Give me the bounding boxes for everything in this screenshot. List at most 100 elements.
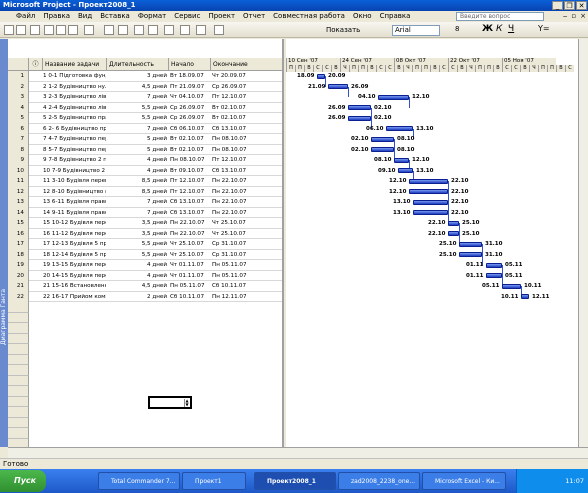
start-button[interactable]: Пуск [0, 470, 46, 492]
menu-item-3[interactable]: Вставка [96, 11, 134, 22]
task-duration-cell[interactable]: 3 дней [107, 71, 167, 81]
task-duration-cell[interactable]: 3,5 дней [107, 218, 167, 228]
task-finish-cell[interactable]: Сб 10.11.07 [212, 281, 250, 291]
toolbar-icon-5[interactable] [68, 25, 78, 35]
table-row[interactable]: 18 18 12-14 Будівля 5 прост5,5 днейЧт 25.… [8, 249, 282, 260]
task-start-cell[interactable]: Пт 21.09.07 [170, 82, 208, 92]
task-duration-cell[interactable]: 5,5 дней [107, 103, 167, 113]
task-duration-cell[interactable]: 8,5 дней [107, 187, 167, 197]
task-name-cell[interactable]: 17 12-13 Будівля 5 прост [43, 239, 106, 249]
table-row[interactable]: 1 1 0-1 Підготовка фундамен3 днейВт 18.09… [8, 71, 282, 82]
task-duration-cell[interactable]: 4 дней [107, 260, 167, 270]
task-name-cell[interactable]: 19 13-15 Будівля перекрит [43, 260, 106, 270]
gantt-bar[interactable] [386, 126, 413, 131]
taskbar-item-total-commander[interactable]: Total Commander 7... [98, 472, 180, 490]
table-row[interactable]: 19 19 13-15 Будівля перекрит4 днейЧт 01.1… [8, 260, 282, 271]
task-start-cell[interactable]: Чт 25.10.07 [170, 250, 208, 260]
menu-item-5[interactable]: Сервис [170, 11, 204, 22]
toolbar-icon-2[interactable] [30, 25, 40, 35]
task-name-cell[interactable]: 20 14-15 Будівля перекрит [43, 271, 106, 281]
task-start-cell[interactable]: Чт 01.11.07 [170, 271, 208, 281]
font-select[interactable]: Arial [392, 25, 440, 36]
gantt-bar[interactable] [459, 241, 482, 247]
bold-button[interactable]: Ж [482, 24, 493, 34]
table-row[interactable]: 15 15 10-12 Будівля перекрит3,5 днейПн 22… [8, 218, 282, 229]
gantt-bar[interactable] [448, 220, 459, 226]
duration-header[interactable]: Длительность [107, 58, 169, 71]
task-start-cell[interactable]: Сб 06.10.07 [170, 124, 208, 134]
task-name-cell[interactable]: 2 1-2 Будівництво нульо [43, 82, 106, 92]
task-start-cell[interactable]: Вт 02.10.07 [170, 145, 208, 155]
minimize-icon[interactable]: _ [552, 1, 563, 10]
name-header[interactable]: Название задачи [43, 58, 107, 71]
restore-icon[interactable]: ❐ [564, 1, 575, 10]
task-start-cell[interactable]: Сб 10.11.07 [170, 292, 208, 302]
task-duration-cell[interactable]: 2 дней [107, 292, 167, 302]
task-finish-cell[interactable]: Вт 02.10.07 [212, 103, 250, 113]
task-name-cell[interactable]: 8 5-7 Будівництво перекр [43, 145, 106, 155]
table-row[interactable]: 2 2 1-2 Будівництво нульо4,5 днейПт 21.09… [8, 81, 282, 92]
toolbar-icon-0[interactable] [4, 25, 14, 35]
show-by-button[interactable]: Показать [326, 25, 360, 35]
table-row[interactable]: 17 17 12-13 Будівля 5 прост5,5 днейЧт 25.… [8, 239, 282, 250]
table-row[interactable]: 8 8 5-7 Будівництво перекр5 днейВт 02.10.… [8, 144, 282, 155]
table-row[interactable]: 20 20 14-15 Будівля перекрит4 днейЧт 01.1… [8, 270, 282, 281]
toolbar-icon-13[interactable] [196, 25, 206, 35]
task-start-cell[interactable]: Ср 26.09.07 [170, 113, 208, 123]
menu-item-1[interactable]: Правка [39, 11, 74, 22]
toolbar-icon-6[interactable] [84, 25, 94, 35]
menu-item-10[interactable]: Справка [376, 11, 415, 22]
gantt-bar[interactable] [409, 178, 448, 184]
task-name-cell[interactable]: 12 8-10 Будівництво пер [43, 187, 106, 197]
task-duration-cell[interactable]: 4,5 дней [107, 281, 167, 291]
task-start-cell[interactable]: Чт 01.11.07 [170, 260, 208, 270]
task-finish-cell[interactable]: Вт 02.10.07 [212, 113, 250, 123]
underline-button[interactable]: Ч [508, 24, 514, 34]
task-name-cell[interactable]: 16 11-12 Будівля перекрит [43, 229, 106, 239]
task-finish-cell[interactable]: Ср 31.10.07 [212, 250, 250, 260]
task-start-cell[interactable]: Ср 26.09.07 [170, 103, 208, 113]
gantt-bar[interactable] [378, 94, 409, 100]
table-row[interactable]: 11 11 3-10 Будівля перекрит8,5 днейПт 12.… [8, 176, 282, 187]
task-name-cell[interactable]: 22 16-17 Прийом комісії б [43, 292, 106, 302]
font-size-select[interactable]: 8 [455, 25, 475, 36]
taskbar-item-project1[interactable]: Проект1 [182, 472, 246, 490]
table-row[interactable]: 7 7 4-7 Будівництво перекр5 днейВт 02.10.… [8, 134, 282, 145]
toolbar-icon-8[interactable] [118, 25, 128, 35]
menu-item-9[interactable]: Окно [349, 11, 376, 22]
gantt-bar[interactable] [521, 294, 529, 299]
toolbar-icon-9[interactable] [134, 25, 144, 35]
taskbar-item-project2008[interactable]: Проект2008_1 [254, 472, 336, 490]
horizontal-scrollbar[interactable] [8, 447, 588, 458]
task-name-cell[interactable]: 21 15-16 Встановлення д [43, 281, 106, 291]
toolbar-icon-7[interactable] [104, 25, 114, 35]
gantt-bar[interactable] [413, 199, 448, 205]
gantt-bar[interactable] [502, 283, 521, 289]
gantt-bar[interactable] [413, 210, 448, 215]
table-row[interactable]: 3 3 2-3 Будівництво лівої з7 днейЧт 04.10… [8, 92, 282, 103]
table-row[interactable]: 16 16 11-12 Будівля перекрит3,5 днейПн 22… [8, 228, 282, 239]
table-row[interactable]: 13 13 6-11 Будівля правого7 днейСб 13.10.… [8, 197, 282, 208]
task-start-cell[interactable]: Чт 04.10.07 [170, 92, 208, 102]
task-start-cell[interactable]: Пт 12.10.07 [170, 187, 208, 197]
task-duration-cell[interactable]: 5,5 дней [107, 113, 167, 123]
task-start-cell[interactable]: Вт 09.10.07 [170, 166, 208, 176]
gantt-bar[interactable] [486, 262, 502, 268]
task-finish-cell[interactable]: Сб 13.10.07 [212, 166, 250, 176]
table-row[interactable]: 22 22 16-17 Прийом комісії б2 днейСб 10.1… [8, 291, 282, 302]
gantt-bar[interactable] [317, 73, 325, 79]
toolbar-icon-14[interactable] [214, 25, 224, 35]
doc-close-icon[interactable]: × [580, 11, 586, 22]
task-duration-cell[interactable]: 4 дней [107, 155, 167, 165]
task-duration-cell[interactable]: 5 дней [107, 134, 167, 144]
task-name-cell[interactable]: 1 0-1 Підготовка фундамен [43, 71, 106, 81]
task-duration-cell[interactable]: 4,5 дней [107, 82, 167, 92]
start-header[interactable]: Начало [169, 58, 211, 71]
toolbar-icon-12[interactable] [180, 25, 190, 35]
italic-button[interactable]: К [496, 24, 502, 34]
table-row[interactable]: 21 21 15-16 Встановлення д4,5 днейПн 05.1… [8, 281, 282, 292]
task-name-cell[interactable]: 6 2- 6 Будівництво право [43, 124, 106, 134]
task-start-cell[interactable]: Сб 13.10.07 [170, 208, 208, 218]
menu-item-7[interactable]: Отчет [239, 11, 269, 22]
table-row[interactable]: 4 4 2-4 Будівництво лівої в5,5 днейСр 26.… [8, 102, 282, 113]
